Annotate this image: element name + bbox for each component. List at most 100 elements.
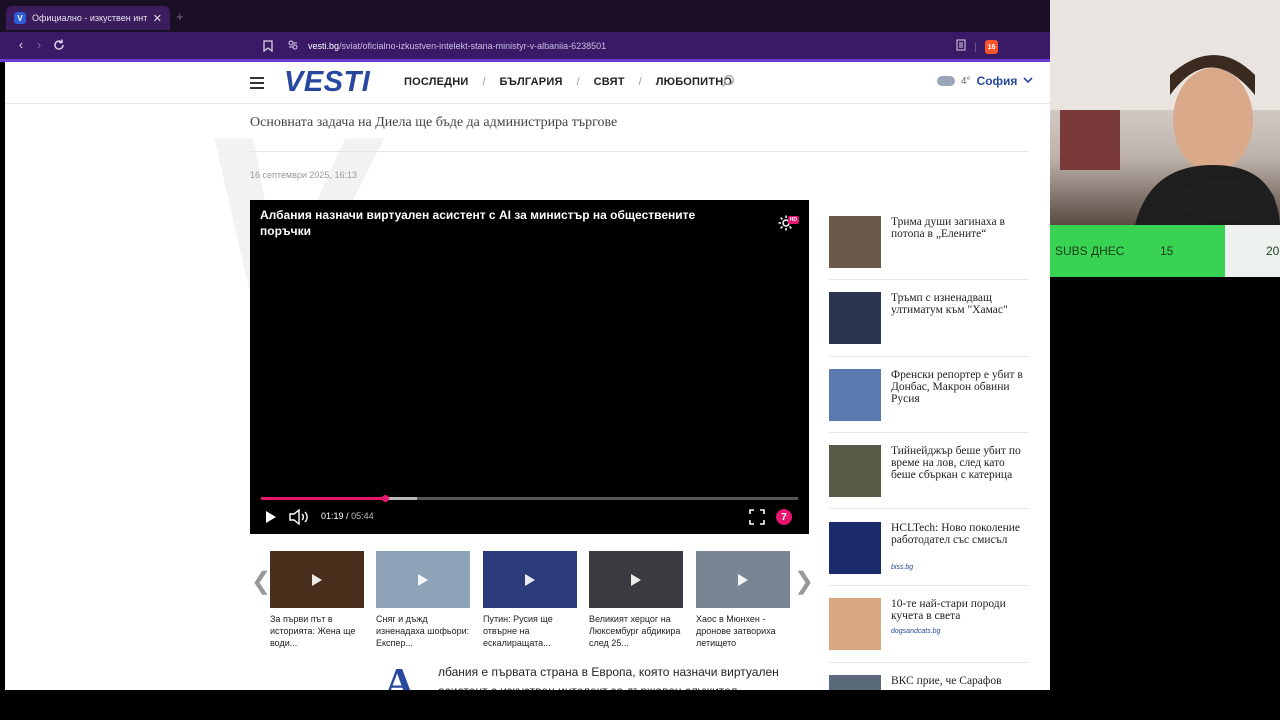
play-icon — [418, 573, 428, 586]
sidebar-thumbnail[interactable] — [829, 445, 881, 497]
fullscreen-icon[interactable] — [749, 509, 765, 530]
cloud-icon — [937, 76, 955, 86]
forward-icon[interactable]: › — [30, 37, 48, 52]
web-page: V VESTI ПОСЛЕДНИ / БЪЛГАРИЯ / СВЯТ / ЛЮБ… — [5, 62, 1050, 690]
carousel-item[interactable]: Хаос в Мюнхен - дронове затвориха летище… — [696, 551, 790, 649]
progress-handle[interactable] — [381, 495, 389, 502]
play-icon[interactable] — [265, 510, 277, 529]
search-icon[interactable] — [721, 74, 735, 88]
sidebar-headline[interactable]: 10-те най-стари породи кучета в света — [891, 598, 1031, 622]
hd-badge: HD — [787, 216, 799, 224]
carousel-item[interactable]: Путин: Русия ще отвърне на ескалиращата.… — [483, 551, 577, 649]
volume-icon[interactable] — [289, 508, 311, 530]
sidebar-source[interactable]: biss.bg — [891, 564, 913, 571]
article-body: лбания е първата страна в Европа, която … — [438, 665, 779, 690]
nav-item-bulgaria[interactable]: БЪЛГАРИЯ — [500, 76, 563, 88]
nav-separator: / — [576, 76, 580, 88]
play-icon — [525, 573, 535, 586]
article-dropcap: А — [384, 661, 415, 690]
carousel-thumbnail[interactable] — [696, 551, 790, 608]
main-nav: ПОСЛЕДНИ / БЪЛГАРИЯ / СВЯТ / ЛЮБОПИТНО — [404, 76, 732, 88]
carousel-caption[interactable]: Великият херцог на Люксембург абдикира с… — [589, 613, 683, 649]
bookmark-icon[interactable] — [263, 39, 273, 57]
article-date: 16 септември 2025, 16:13 — [250, 170, 357, 180]
weather-widget[interactable]: 4° София — [937, 74, 1034, 88]
site-settings-icon[interactable] — [288, 37, 298, 55]
new-tab-button[interactable]: + — [176, 9, 184, 24]
close-icon[interactable]: ✕ — [153, 12, 162, 25]
divider — [829, 662, 1029, 663]
sidebar-headline[interactable]: Френски репортер е убит в Донбас, Макрон… — [891, 369, 1031, 405]
sidebar-headline[interactable]: Тръмп с изненадващ ултиматум към "Хамас" — [891, 292, 1031, 316]
sidebar-thumbnail[interactable] — [829, 522, 881, 574]
sidebar-headline[interactable]: Тийнейджър беше убит по време на лов, сл… — [891, 445, 1031, 481]
reload-icon[interactable] — [52, 38, 66, 57]
divider — [829, 356, 1029, 357]
carousel-thumbnail[interactable] — [589, 551, 683, 608]
sidebar-thumbnail[interactable] — [829, 598, 881, 650]
carousel-item[interactable]: Сняг и дъжд изненадаха шофьори: Експер..… — [376, 551, 470, 649]
play-icon — [312, 573, 322, 586]
carousel-caption[interactable]: Сняг и дъжд изненадаха шофьори: Експер..… — [376, 613, 470, 649]
sidebar-thumbnail[interactable] — [829, 675, 881, 690]
carousel-thumbnail[interactable] — [270, 551, 364, 608]
webcam-overlay — [1050, 0, 1280, 225]
url-path: /sviat/oficialno-izkustven-intelekt-stan… — [339, 40, 607, 51]
duration: 05:44 — [351, 511, 374, 521]
progress-played — [261, 497, 385, 500]
carousel-thumbnail[interactable] — [483, 551, 577, 608]
carousel-caption[interactable]: Путин: Русия ще отвърне на ескалиращата.… — [483, 613, 577, 649]
article-subtitle: Основната задача на Диела ще бъде да адм… — [250, 115, 618, 130]
sidebar-source[interactable]: dogsandcats.bg — [891, 628, 940, 635]
site-logo[interactable]: VESTI — [284, 66, 370, 99]
browser-tabbar: V Официално - изкуствен интел... ✕ + — [0, 0, 1050, 32]
video-title: Албания назначи виртуален асистент с AI … — [260, 208, 696, 238]
carousel-next-button[interactable]: ❯ — [794, 567, 814, 596]
site-header: VESTI ПОСЛЕДНИ / БЪЛГАРИЯ / СВЯТ / ЛЮБОП… — [5, 62, 1050, 104]
carousel-thumbnail[interactable] — [376, 551, 470, 608]
carousel-item[interactable]: Великият херцог на Люксембург абдикира с… — [589, 551, 683, 649]
sidebar-thumbnail[interactable] — [829, 292, 881, 344]
reader-mode-icon[interactable] — [956, 38, 966, 56]
time-display: 01:19 / 05:44 — [321, 511, 374, 521]
current-time: 01:19 — [321, 511, 344, 521]
streamer-silhouette — [1050, 0, 1280, 225]
weather-city[interactable]: София — [977, 74, 1018, 88]
sidebar-thumbnail[interactable] — [829, 216, 881, 268]
channel-logo: 7 — [776, 509, 792, 525]
carousel-item[interactable]: За първи път в историята: Жена ще води..… — [270, 551, 364, 649]
sidebar-headline[interactable]: Трима души загинаха в потопа в „Елените“ — [891, 216, 1031, 240]
url-field[interactable]: vesti.bg/sviat/oficialno-izkustven-intel… — [288, 38, 606, 53]
subs-count: 15 — [1160, 244, 1174, 258]
browser-toolbar: ‹ › vesti.bg/sviat/oficialno-izkustven-i… — [0, 32, 1050, 59]
menu-icon[interactable] — [250, 77, 264, 89]
tab-title: Официално - изкуствен интел... — [32, 13, 147, 23]
subs-counter: SUBS ДНЕС 15 20 — [1050, 225, 1280, 277]
sidebar-headline[interactable]: ВКС прие, че Сарафов — [891, 675, 1031, 687]
divider — [829, 508, 1029, 509]
brave-shields-icon[interactable]: 16 — [985, 40, 998, 54]
video-player[interactable]: Албания назначи виртуален асистент с AI … — [250, 200, 809, 534]
nav-item-latest[interactable]: ПОСЛЕДНИ — [404, 76, 468, 88]
sidebar-headline[interactable]: HCLTech: Ново поколение работодател със … — [891, 522, 1031, 546]
nav-item-world[interactable]: СВЯТ — [594, 76, 625, 88]
back-icon[interactable]: ‹ — [12, 37, 30, 52]
browser-tab[interactable]: V Официално - изкуствен интел... ✕ — [6, 6, 170, 30]
play-icon — [631, 573, 641, 586]
divider — [829, 279, 1029, 280]
divider — [829, 585, 1029, 586]
sidebar-thumbnail[interactable] — [829, 369, 881, 421]
play-icon — [738, 573, 748, 586]
favicon-icon: V — [14, 12, 26, 24]
chevron-down-icon[interactable] — [1023, 76, 1034, 87]
toolbar-divider: | — [974, 41, 977, 53]
carousel-caption[interactable]: Хаос в Мюнхен - дронове затвориха летище… — [696, 613, 790, 649]
time-separator: / — [346, 511, 349, 521]
carousel-caption[interactable]: За първи път в историята: Жена ще води..… — [270, 613, 364, 649]
url-domain: vesti.bg — [308, 40, 340, 51]
nav-separator: / — [638, 76, 642, 88]
progress-bar[interactable] — [261, 495, 798, 502]
carousel-prev-button[interactable]: ❮ — [251, 567, 271, 596]
divider — [250, 151, 1029, 152]
player-controls: 01:19 / 05:44 7 — [262, 508, 799, 526]
